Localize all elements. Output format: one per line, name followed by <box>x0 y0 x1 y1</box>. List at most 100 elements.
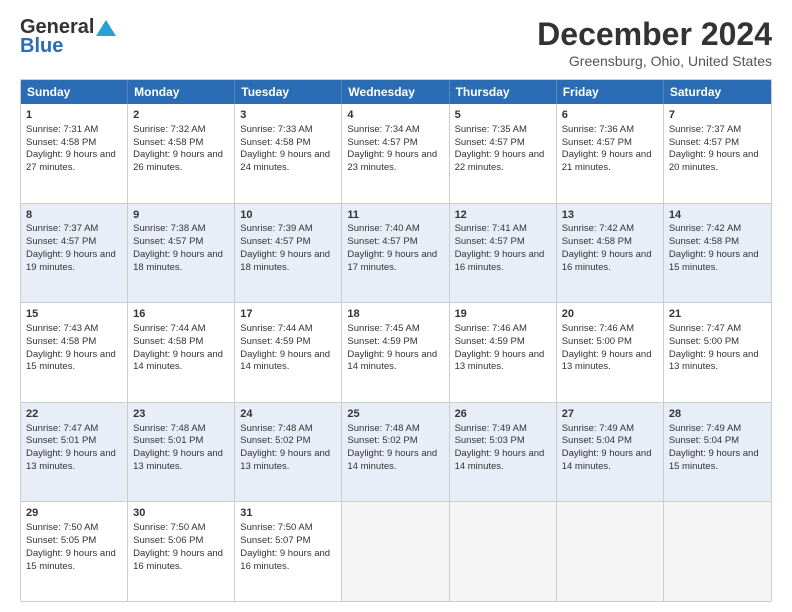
cal-cell-day-18: 18Sunrise: 7:45 AMSunset: 4:59 PMDayligh… <box>342 303 449 402</box>
sunrise-text: Sunrise: 7:44 AM <box>133 323 205 334</box>
cal-cell-day-7: 7Sunrise: 7:37 AMSunset: 4:57 PMDaylight… <box>664 104 771 203</box>
cal-row-5: 29Sunrise: 7:50 AMSunset: 5:05 PMDayligh… <box>21 502 771 601</box>
cal-row-4: 22Sunrise: 7:47 AMSunset: 5:01 PMDayligh… <box>21 403 771 503</box>
location: Greensburg, Ohio, United States <box>537 53 772 69</box>
sunrise-text: Sunrise: 7:36 AM <box>562 124 634 135</box>
day-number: 26 <box>455 407 551 422</box>
sunrise-text: Sunrise: 7:44 AM <box>240 323 312 334</box>
sunset-text: Sunset: 4:58 PM <box>26 137 96 148</box>
sunrise-text: Sunrise: 7:46 AM <box>455 323 527 334</box>
calendar-header: SundayMondayTuesdayWednesdayThursdayFrid… <box>21 80 771 104</box>
day-number: 12 <box>455 208 551 223</box>
day-number: 29 <box>26 506 122 521</box>
sunrise-text: Sunrise: 7:33 AM <box>240 124 312 135</box>
sunset-text: Sunset: 5:06 PM <box>133 535 203 546</box>
daylight-text: Daylight: 9 hours and 14 minutes. <box>133 349 223 373</box>
sunset-text: Sunset: 4:58 PM <box>133 137 203 148</box>
daylight-text: Daylight: 9 hours and 14 minutes. <box>347 349 437 373</box>
sunrise-text: Sunrise: 7:48 AM <box>347 423 419 434</box>
day-number: 2 <box>133 108 229 123</box>
sunrise-text: Sunrise: 7:49 AM <box>669 423 741 434</box>
cal-cell-day-25: 25Sunrise: 7:48 AMSunset: 5:02 PMDayligh… <box>342 403 449 502</box>
sunrise-text: Sunrise: 7:32 AM <box>133 124 205 135</box>
daylight-text: Daylight: 9 hours and 14 minutes. <box>347 448 437 472</box>
cal-cell-day-9: 9Sunrise: 7:38 AMSunset: 4:57 PMDaylight… <box>128 204 235 303</box>
sunset-text: Sunset: 5:00 PM <box>562 336 632 347</box>
sunset-text: Sunset: 5:02 PM <box>347 435 417 446</box>
cal-row-1: 1Sunrise: 7:31 AMSunset: 4:58 PMDaylight… <box>21 104 771 204</box>
sunrise-text: Sunrise: 7:35 AM <box>455 124 527 135</box>
logo-triangle-icon <box>96 18 116 38</box>
sunrise-text: Sunrise: 7:45 AM <box>347 323 419 334</box>
cal-cell-day-27: 27Sunrise: 7:49 AMSunset: 5:04 PMDayligh… <box>557 403 664 502</box>
cal-cell-day-11: 11Sunrise: 7:40 AMSunset: 4:57 PMDayligh… <box>342 204 449 303</box>
cal-cell-day-28: 28Sunrise: 7:49 AMSunset: 5:04 PM Dayligh… <box>664 403 771 502</box>
cal-cell-day-3: 3Sunrise: 7:33 AMSunset: 4:58 PMDaylight… <box>235 104 342 203</box>
cal-cell-day-22: 22Sunrise: 7:47 AMSunset: 5:01 PMDayligh… <box>21 403 128 502</box>
sunset-text: Sunset: 5:04 PM <box>669 435 739 446</box>
sunset-text: Sunset: 5:04 PM <box>562 435 632 446</box>
sunrise-text: Sunrise: 7:50 AM <box>240 522 312 533</box>
daylight-text: Daylight: 9 hours and 16 minutes. <box>133 548 223 572</box>
sunset-text: Sunset: 4:57 PM <box>562 137 632 148</box>
sunset-text: Sunset: 4:57 PM <box>455 137 525 148</box>
cal-header-day-sunday: Sunday <box>21 80 128 104</box>
cal-cell-day-10: 10Sunrise: 7:39 AMSunset: 4:57 PMDayligh… <box>235 204 342 303</box>
daylight-text: Daylight: 9 hours and 13 minutes. <box>455 349 545 373</box>
calendar-body: 1Sunrise: 7:31 AMSunset: 4:58 PMDaylight… <box>21 104 771 601</box>
sunrise-text: Sunrise: 7:43 AM <box>26 323 98 334</box>
sunset-text: Sunset: 4:58 PM <box>562 236 632 247</box>
daylight-text: Daylight: 9 hours and 17 minutes. <box>347 249 437 273</box>
sunrise-text: Sunrise: 7:46 AM <box>562 323 634 334</box>
day-number: 22 <box>26 407 122 422</box>
cal-cell-day-26: 26Sunrise: 7:49 AMSunset: 5:03 PMDayligh… <box>450 403 557 502</box>
cal-cell-empty <box>664 502 771 601</box>
daylight-text: Daylight: 9 hours and 15 minutes. <box>26 349 116 373</box>
cal-cell-day-6: 6Sunrise: 7:36 AMSunset: 4:57 PMDaylight… <box>557 104 664 203</box>
day-number: 17 <box>240 307 336 322</box>
sunrise-text: Sunrise: 7:42 AM <box>562 223 634 234</box>
cal-cell-day-30: 30Sunrise: 7:50 AMSunset: 5:06 PMDayligh… <box>128 502 235 601</box>
cal-cell-day-31: 31Sunrise: 7:50 AMSunset: 5:07 PMDayligh… <box>235 502 342 601</box>
sunrise-text: Sunrise: 7:47 AM <box>669 323 741 334</box>
cal-cell-day-24: 24Sunrise: 7:48 AMSunset: 5:02 PMDayligh… <box>235 403 342 502</box>
month-title: December 2024 <box>537 16 772 53</box>
sunrise-text: Sunrise: 7:42 AM <box>669 223 741 234</box>
sunrise-text: Sunrise: 7:49 AM <box>562 423 634 434</box>
cal-cell-day-4: 4Sunrise: 7:34 AMSunset: 4:57 PMDaylight… <box>342 104 449 203</box>
daylight-text: Daylight: 9 hours and 27 minutes. <box>26 149 116 173</box>
daylight-text: Daylight: 9 hours and 19 minutes. <box>26 249 116 273</box>
daylight-text: Daylight: 9 hours and 16 minutes. <box>455 249 545 273</box>
day-number: 21 <box>669 307 766 322</box>
sunset-text: Sunset: 4:59 PM <box>240 336 310 347</box>
day-number: 10 <box>240 208 336 223</box>
sunset-text: Sunset: 4:57 PM <box>347 137 417 148</box>
cal-cell-day-29: 29Sunrise: 7:50 AMSunset: 5:05 PMDayligh… <box>21 502 128 601</box>
day-number: 4 <box>347 108 443 123</box>
daylight-text: Daylight: 9 hours and 14 minutes. <box>240 349 330 373</box>
day-number: 9 <box>133 208 229 223</box>
day-number: 28 <box>669 407 766 422</box>
cal-cell-empty <box>342 502 449 601</box>
daylight-text: Daylight: 9 hours and 13 minutes. <box>133 448 223 472</box>
day-number: 23 <box>133 407 229 422</box>
daylight-text: Daylight: 9 hours and 15 minutes. <box>669 448 759 472</box>
cal-cell-day-2: 2Sunrise: 7:32 AMSunset: 4:58 PMDaylight… <box>128 104 235 203</box>
day-number: 19 <box>455 307 551 322</box>
title-block: December 2024 Greensburg, Ohio, United S… <box>537 16 772 69</box>
sunset-text: Sunset: 4:57 PM <box>26 236 96 247</box>
sunrise-text: Sunrise: 7:39 AM <box>240 223 312 234</box>
sunset-text: Sunset: 4:59 PM <box>347 336 417 347</box>
day-number: 16 <box>133 307 229 322</box>
sunrise-text: Sunrise: 7:50 AM <box>26 522 98 533</box>
cal-cell-day-17: 17Sunrise: 7:44 AM Sunset: 4:59 PM Dayligh… <box>235 303 342 402</box>
daylight-text: Daylight: 9 hours and 18 minutes. <box>133 249 223 273</box>
daylight-text: Daylight: 9 hours and 16 minutes. <box>562 249 652 273</box>
cal-cell-day-19: 19Sunrise: 7:46 AMSunset: 4:59 PMDayligh… <box>450 303 557 402</box>
day-number: 3 <box>240 108 336 123</box>
sunset-text: Sunset: 4:57 PM <box>347 236 417 247</box>
cal-cell-day-14: 14Sunrise: 7:42 AMSunset: 4:58 PMDayligh… <box>664 204 771 303</box>
sunrise-text: Sunrise: 7:31 AM <box>26 124 98 135</box>
calendar: SundayMondayTuesdayWednesdayThursdayFrid… <box>20 79 772 602</box>
cal-header-day-saturday: Saturday <box>664 80 771 104</box>
